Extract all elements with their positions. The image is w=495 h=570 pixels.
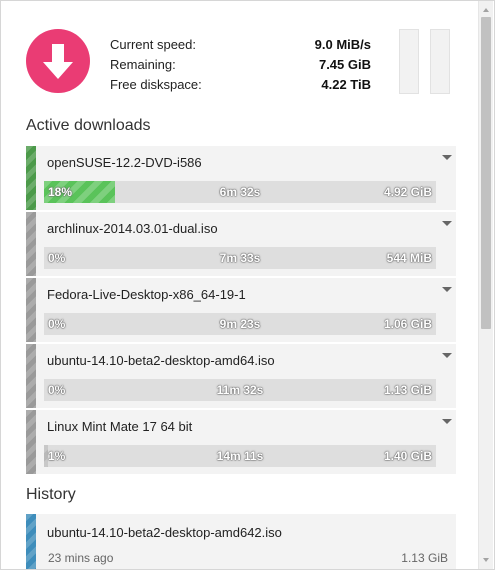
download-item[interactable]: archlinux-2014.03.01-dual.iso 0% 7m 33s … (26, 212, 456, 276)
vertical-scrollbar[interactable] (478, 1, 493, 569)
progress-bar: 1% 14m 11s 1.40 GiB (44, 445, 436, 467)
status-stripe (26, 514, 36, 569)
progress-bar: 18% 6m 32s 4.92 GiB (44, 181, 436, 203)
download-item[interactable]: Linux Mint Mate 17 64 bit 1% 14m 11s 1.4… (26, 410, 456, 474)
stat-label: Remaining: (110, 56, 176, 72)
progress-size: 1.06 GiB (383, 317, 432, 331)
chevron-down-icon[interactable] (440, 152, 454, 162)
progress-size: 4.92 GiB (383, 185, 432, 199)
status-stripe (26, 146, 36, 210)
history-name: ubuntu-14.10-beta2-desktop-amd642.iso (47, 525, 282, 540)
stat-value: 4.22 TiB (321, 76, 371, 92)
progress-bar: 0% 9m 23s 1.06 GiB (44, 313, 436, 335)
stat-free-diskspace: Free diskspace: 4.22 TiB (110, 74, 371, 94)
history-item[interactable]: ubuntu-14.10-beta2-desktop-amd642.iso 23… (26, 514, 456, 569)
download-name: ubuntu-14.10-beta2-desktop-amd64.iso (47, 353, 275, 368)
pause-icon-right-bar[interactable] (430, 29, 450, 94)
downloads-window: Current speed: 9.0 MiB/s Remaining: 7.45… (0, 0, 495, 570)
scroll-down-icon[interactable] (479, 553, 493, 567)
download-button[interactable] (26, 29, 90, 93)
stat-value: 7.45 GiB (318, 56, 371, 72)
history-time: 23 mins ago (48, 551, 114, 565)
active-downloads-heading: Active downloads (26, 117, 151, 134)
download-item[interactable]: Fedora-Live-Desktop-x86_64-19-1 0% 9m 23… (26, 278, 456, 342)
scroll-up-icon[interactable] (479, 3, 493, 17)
stats-panel: Current speed: 9.0 MiB/s Remaining: 7.45… (110, 34, 371, 94)
download-arrow-icon (43, 44, 73, 79)
progress-eta: 11m 32s (216, 383, 264, 397)
stat-current-speed: Current speed: 9.0 MiB/s (110, 34, 371, 54)
status-stripe (26, 278, 36, 342)
chevron-down-icon[interactable] (440, 218, 454, 228)
stat-remaining: Remaining: 7.45 GiB (110, 54, 371, 74)
progress-eta: 7m 33s (219, 251, 261, 265)
download-item[interactable]: openSUSE-12.2-DVD-i586 18% 6m 32s 4.92 G… (26, 146, 456, 210)
download-name: Fedora-Live-Desktop-x86_64-19-1 (47, 287, 246, 302)
download-name: archlinux-2014.03.01-dual.iso (47, 221, 218, 236)
history-heading: History (26, 486, 76, 503)
status-stripe (26, 344, 36, 408)
download-name: openSUSE-12.2-DVD-i586 (47, 155, 202, 170)
pause-icon-left-bar[interactable] (399, 29, 419, 94)
progress-size: 544 MiB (386, 251, 432, 265)
progress-eta: 14m 11s (216, 449, 264, 463)
progress-eta: 6m 32s (219, 185, 261, 199)
download-item[interactable]: ubuntu-14.10-beta2-desktop-amd64.iso 0% … (26, 344, 456, 408)
status-stripe (26, 212, 36, 276)
scrollbar-thumb[interactable] (481, 17, 491, 329)
progress-eta: 9m 23s (219, 317, 261, 331)
header: Current speed: 9.0 MiB/s Remaining: 7.45… (1, 1, 479, 111)
status-stripe (26, 410, 36, 474)
chevron-down-icon[interactable] (440, 350, 454, 360)
stat-label: Free diskspace: (110, 76, 202, 92)
chevron-down-icon[interactable] (440, 416, 454, 426)
chevron-down-icon[interactable] (440, 284, 454, 294)
progress-bar: 0% 7m 33s 544 MiB (44, 247, 436, 269)
progress-bar: 0% 11m 32s 1.13 GiB (44, 379, 436, 401)
progress-size: 1.40 GiB (383, 449, 432, 463)
stat-value: 9.0 MiB/s (314, 36, 371, 52)
download-name: Linux Mint Mate 17 64 bit (47, 419, 193, 434)
history-size: 1.13 GiB (401, 551, 448, 565)
stat-label: Current speed: (110, 36, 196, 52)
progress-size: 1.13 GiB (383, 383, 432, 397)
